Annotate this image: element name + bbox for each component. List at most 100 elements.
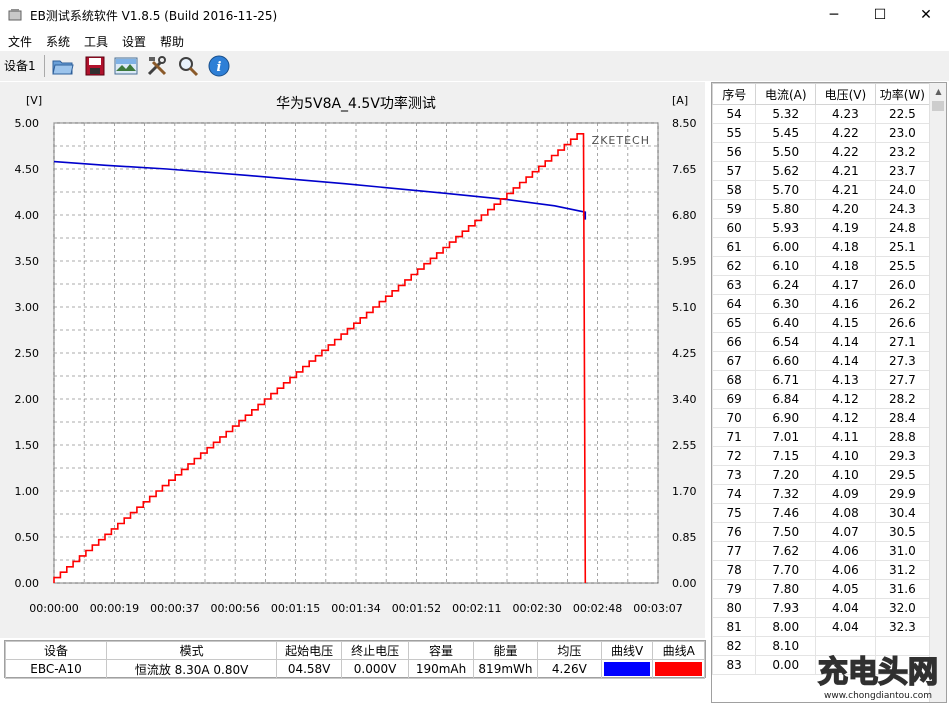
table-row[interactable]: 73 7.20 4.10 29.5	[712, 465, 931, 485]
table-header-0: 序号	[712, 83, 757, 105]
table-row[interactable]: 82 8.10	[712, 636, 931, 656]
x-tick-label: 00:01:15	[271, 602, 320, 615]
table-row[interactable]: 56 5.50 4.22 23.2	[712, 142, 931, 162]
table-cell: 76	[712, 522, 757, 542]
table-row[interactable]: 69 6.84 4.12 28.2	[712, 389, 931, 409]
table-row[interactable]: 67 6.60 4.14 27.3	[712, 351, 931, 371]
device-tab[interactable]: 设备1	[4, 57, 36, 74]
y-left-tick-label: 1.00	[15, 485, 40, 498]
table-row[interactable]: 64 6.30 4.16 26.2	[712, 294, 931, 314]
table-row[interactable]: 74 7.32 4.09 29.9	[712, 484, 931, 504]
table-cell: 79	[712, 579, 757, 599]
table-row[interactable]: 68 6.71 4.13 27.7	[712, 370, 931, 390]
table-cell: 59	[712, 199, 757, 219]
info-icon[interactable]: i	[206, 54, 232, 78]
toolbar-separator	[44, 55, 45, 77]
table-cell: 7.20	[755, 465, 817, 485]
table-row[interactable]: 76 7.50 4.07 30.5	[712, 522, 931, 542]
close-button[interactable]: ✕	[903, 0, 949, 30]
table-cell: 4.19	[815, 218, 876, 238]
table-cell: 31.6	[874, 579, 931, 599]
table-row[interactable]: 58 5.70 4.21 24.0	[712, 180, 931, 200]
summary-header-device: 设备	[4, 641, 108, 660]
table-row[interactable]: 57 5.62 4.21 23.7	[712, 161, 931, 181]
table-cell: 4.17	[815, 275, 876, 295]
table-cell: 4.08	[815, 503, 876, 523]
table-row[interactable]: 62 6.10 4.18 25.5	[712, 256, 931, 276]
table-cell: 6.90	[755, 408, 817, 428]
table-row[interactable]: 79 7.80 4.05 31.6	[712, 579, 931, 599]
table-row[interactable]: 70 6.90 4.12 28.4	[712, 408, 931, 428]
table-row[interactable]: 59 5.80 4.20 24.3	[712, 199, 931, 219]
table-cell: 74	[712, 484, 757, 504]
chart: 5.00 4.50 4.00 3.50 3.00 2.50 2.00 1.50 1.00 0.50…	[15, 94, 697, 615]
summary-header-avg-voltage: 均压	[536, 641, 602, 660]
table-row[interactable]: 77 7.62 4.06 31.0	[712, 541, 931, 561]
table-row[interactable]: 60 5.93 4.19 24.8	[712, 218, 931, 238]
table-row[interactable]: 63 6.24 4.17 26.0	[712, 275, 931, 295]
table-cell: 32.3	[874, 617, 931, 637]
table-row[interactable]: 66 6.54 4.14 27.1	[712, 332, 931, 352]
table-cell: 25.5	[874, 256, 931, 276]
y-right-tick-label: 0.85	[672, 531, 697, 544]
menu-system[interactable]: 系统	[46, 33, 70, 50]
table-cell: 32.0	[874, 598, 931, 618]
search-icon[interactable]	[175, 54, 201, 78]
table-row[interactable]: 55 5.45 4.22 23.0	[712, 123, 931, 143]
y-right-tick-label: 2.55	[672, 439, 697, 452]
summary-header-end-voltage: 终止电压	[341, 641, 410, 660]
vertical-scrollbar[interactable]: ▲	[929, 83, 946, 702]
table-cell: 6.54	[755, 332, 817, 352]
table-cell: 7.46	[755, 503, 817, 523]
table-cell: 4.05	[815, 579, 876, 599]
summary-mode: 恒流放 8.30A 0.80V	[106, 659, 278, 679]
x-tick-label: 00:00:19	[90, 602, 139, 615]
scroll-up-icon[interactable]: ▲	[930, 83, 946, 100]
tools-icon[interactable]	[144, 54, 170, 78]
open-folder-icon[interactable]	[50, 54, 76, 78]
table-cell: 31.2	[874, 560, 931, 580]
table-row[interactable]: 54 5.32 4.23 22.5	[712, 104, 931, 124]
table-row[interactable]: 75 7.46 4.08 30.4	[712, 503, 931, 523]
save-icon[interactable]	[82, 54, 108, 78]
table-cell: 5.93	[755, 218, 817, 238]
table-cell: 4.04	[815, 617, 876, 637]
minimize-button[interactable]: ─	[811, 0, 857, 30]
table-cell: 68	[712, 370, 757, 390]
table-cell: 63	[712, 275, 757, 295]
table-row[interactable]: 80 7.93 4.04 32.0	[712, 598, 931, 618]
table-row[interactable]: 61 6.00 4.18 25.1	[712, 237, 931, 257]
table-cell	[874, 636, 931, 656]
table-cell: 6.00	[755, 237, 817, 257]
curve-a-color-cell[interactable]	[652, 659, 705, 679]
table-cell: 24.0	[874, 180, 931, 200]
table-row[interactable]: 78 7.70 4.06 31.2	[712, 560, 931, 580]
table-cell: 77	[712, 541, 757, 561]
menu-help[interactable]: 帮助	[160, 33, 184, 50]
table-cell: 26.2	[874, 294, 931, 314]
menu-settings[interactable]: 设置	[122, 33, 146, 50]
y-right-tick-label: 6.80	[672, 209, 697, 222]
scroll-thumb[interactable]	[932, 101, 944, 111]
y-left-tick-label: 5.00	[15, 117, 40, 130]
curve-v-color-cell[interactable]	[600, 659, 654, 679]
table-cell: 31.0	[874, 541, 931, 561]
curve-a-swatch[interactable]	[655, 662, 702, 676]
maximize-button[interactable]: ☐	[857, 0, 903, 30]
menu-file[interactable]: 文件	[8, 33, 32, 50]
table-cell	[815, 636, 876, 656]
table-row[interactable]: 83 0.00	[712, 655, 931, 675]
table-row[interactable]: 65 6.40 4.15 26.6	[712, 313, 931, 333]
table-cell: 64	[712, 294, 757, 314]
table-cell: 28.2	[874, 389, 931, 409]
table-cell: 4.18	[815, 256, 876, 276]
table-row[interactable]: 71 7.01 4.11 28.8	[712, 427, 931, 447]
table-cell: 67	[712, 351, 757, 371]
table-row[interactable]: 81 8.00 4.04 32.3	[712, 617, 931, 637]
menu-tools[interactable]: 工具	[84, 33, 108, 50]
curve-v-swatch[interactable]	[603, 662, 651, 676]
table-row[interactable]: 72 7.15 4.10 29.3	[712, 446, 931, 466]
summary-avg-voltage: 4.26V	[536, 659, 602, 679]
x-tick-label: 00:03:07	[633, 602, 682, 615]
chart-image-icon[interactable]	[113, 54, 139, 78]
